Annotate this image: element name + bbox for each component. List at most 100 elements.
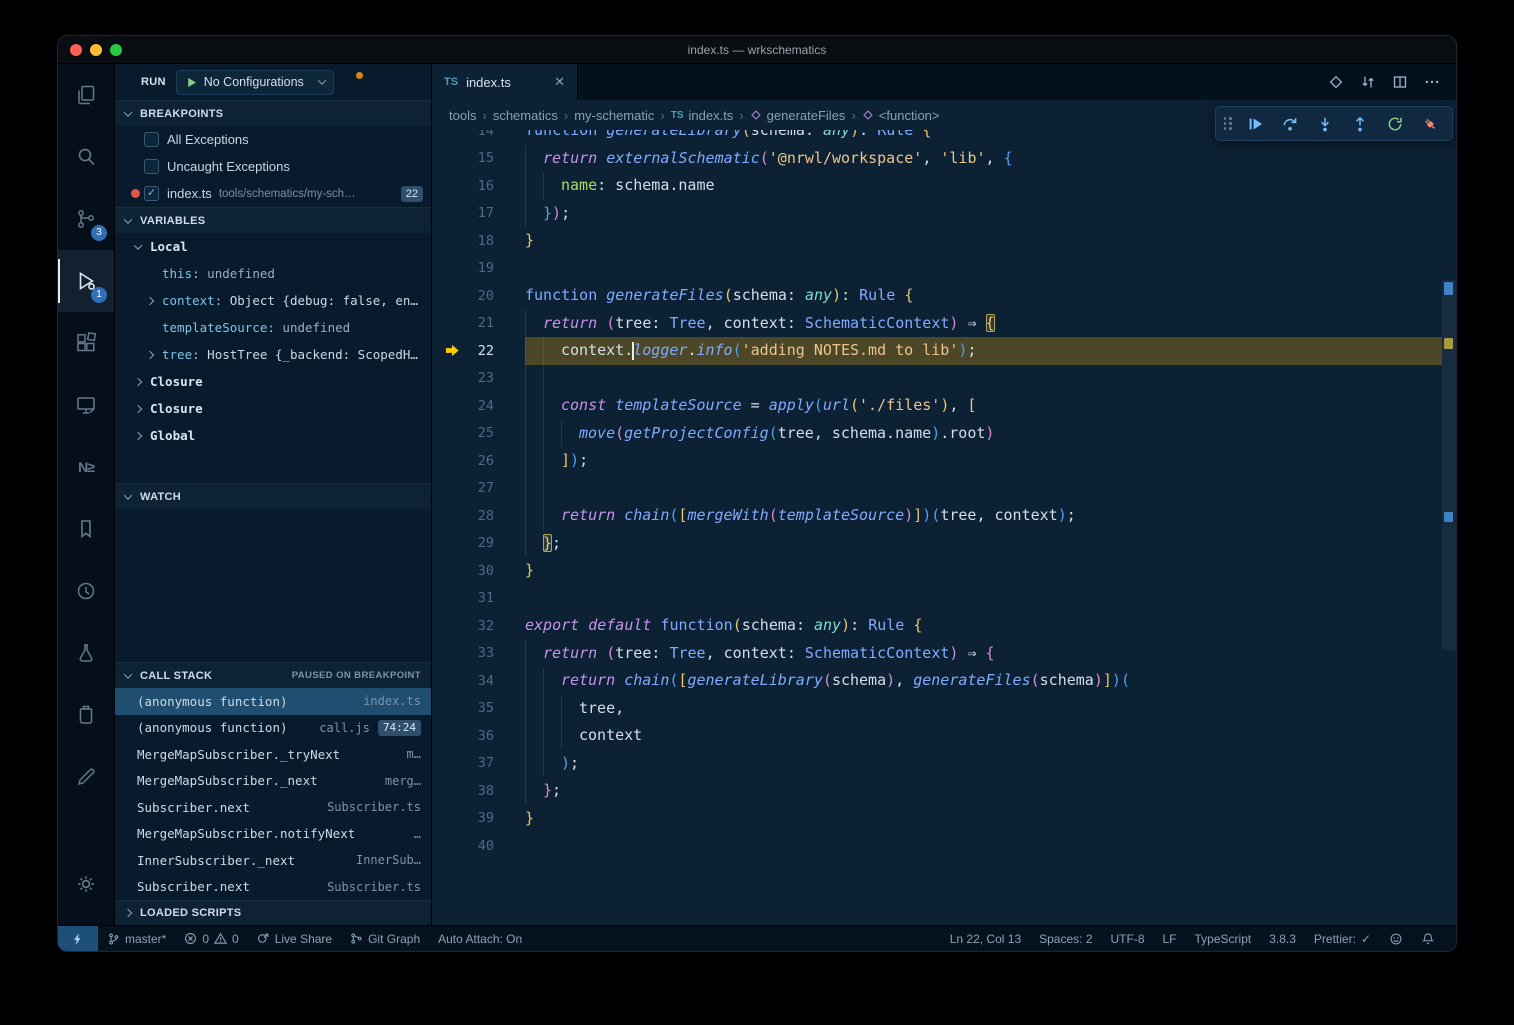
split-editor-icon[interactable] [1392,74,1408,90]
breadcrumb-item[interactable]: TS index.ts [671,108,734,123]
code-line[interactable]: 29 }; [432,530,1442,558]
code-line[interactable]: 38 }; [432,777,1442,805]
code-line[interactable]: 25 move(getProjectConfig(tree, schema.na… [432,420,1442,448]
status-auto-attach[interactable]: Auto Attach: On [438,932,522,946]
gutter-line-number[interactable]: 37 [432,750,525,778]
gutter-line-number[interactable]: 24 [432,392,525,420]
variable-row[interactable]: tree: HostTree {_backend: ScopedH… [115,341,431,368]
code-line[interactable]: 17 }); [432,200,1442,228]
code-line[interactable]: 39 } [432,805,1442,833]
status-problems[interactable]: 00 [184,932,238,946]
gutter-line-number[interactable]: 29 [432,530,525,558]
more-actions-icon[interactable] [1424,74,1440,90]
gutter-line-number[interactable]: 34 [432,667,525,695]
variable-row[interactable]: this: undefined [115,260,431,287]
debug-settings-button[interactable] [344,74,361,91]
tab-index-ts[interactable]: TS index.ts ✕ [432,64,578,100]
activity-run-and-debug[interactable]: 1 [58,250,114,312]
open-changes-icon[interactable] [1360,74,1376,90]
breadcrumb-item[interactable]: <function> [862,108,940,123]
close-tab-icon[interactable]: ✕ [554,74,565,90]
titlebar[interactable]: index.ts — wrkschematics [58,36,1456,64]
scope-row[interactable]: Closure [115,395,431,422]
code-line[interactable]: 22 context.logger.info('adding NOTES.md … [432,337,1442,365]
activity-notes[interactable] [58,746,114,808]
call-stack-header[interactable]: CALL STACK PAUSED ON BREAKPOINT [115,662,431,688]
minimize-window-button[interactable] [90,44,102,56]
status-notifications[interactable] [1421,932,1435,946]
gutter-line-number[interactable]: 32 [432,612,525,640]
code-line[interactable]: 40 [432,832,1442,860]
remote-indicator[interactable] [58,926,98,951]
gutter-line-number[interactable]: 31 [432,585,525,613]
stack-frame-row[interactable]: Subscriber.next Subscriber.ts [115,794,431,821]
code-line[interactable]: 20 function generateFiles(schema: any): … [432,282,1442,310]
status-cursor-position[interactable]: Ln 22, Col 13 [950,932,1021,946]
status-git-graph[interactable]: Git Graph [350,932,420,946]
variables-header[interactable]: VARIABLES [115,207,431,233]
activity-gitlens[interactable] [58,560,114,622]
gutter-line-number[interactable]: 28 [432,502,525,530]
stack-frame-row[interactable]: MergeMapSubscriber._tryNext m… [115,741,431,768]
breadcrumb-item[interactable]: schematics [493,108,558,123]
code-line[interactable]: 28 return chain([mergeWith(templateSourc… [432,502,1442,530]
close-window-button[interactable] [70,44,82,56]
variable-row[interactable]: context: Object {debug: false, en… [115,287,431,314]
gutter-line-number[interactable]: 36 [432,722,525,750]
gutter-line-number[interactable]: 19 [432,255,525,283]
status-live-share[interactable]: Live Share [257,932,332,946]
breakpoint-row[interactable]: ✓ index.ts tools/schematics/my-sch… 22 [115,180,431,207]
code-line[interactable]: 23 [432,365,1442,393]
breakpoint-row[interactable]: Uncaught Exceptions [115,153,431,180]
gutter-line-number[interactable]: 38 [432,777,525,805]
stack-frame-row[interactable]: InnerSubscriber._next InnerSub… [115,847,431,874]
code-line[interactable]: 31 [432,585,1442,613]
step-over-button[interactable] [1272,106,1307,141]
step-out-button[interactable] [1342,106,1377,141]
stack-frame-row[interactable]: MergeMapSubscriber.notifyNext … [115,821,431,848]
code-line[interactable]: 30 } [432,557,1442,585]
gutter-line-number[interactable]: 21 [432,310,525,338]
continue-button[interactable] [1237,106,1272,141]
gutter-line-number[interactable]: 39 [432,805,525,833]
code-line[interactable]: 36 context [432,722,1442,750]
code-line[interactable]: 16 name: schema.name [432,172,1442,200]
gutter-line-number[interactable]: 16 [432,172,525,200]
disconnect-button[interactable] [1412,106,1447,141]
breakpoints-header[interactable]: BREAKPOINTS [115,100,431,126]
gutter-line-number[interactable]: 15 [432,145,525,173]
code-line[interactable]: 35 tree, [432,695,1442,723]
status-ts-version[interactable]: 3.8.3 [1269,932,1296,946]
breakpoint-row[interactable]: All Exceptions [115,126,431,153]
activity-settings[interactable] [58,853,114,915]
watch-header[interactable]: WATCH [115,483,431,509]
drag-handle-icon[interactable] [1224,117,1233,130]
gutter-line-number[interactable]: 27 [432,475,525,503]
stack-frame-row[interactable]: Subscriber.next Subscriber.ts [115,874,431,901]
activity-explorer[interactable] [58,64,114,126]
status-prettier[interactable]: Prettier: ✓ [1314,932,1371,946]
overview-ruler[interactable] [1442,130,1456,925]
step-into-button[interactable] [1307,106,1342,141]
status-indentation[interactable]: Spaces: 2 [1039,932,1092,946]
code-line[interactable]: 26 ]); [432,447,1442,475]
checkbox[interactable] [144,159,159,174]
variable-row[interactable]: templateSource: undefined [115,314,431,341]
activity-testing[interactable] [58,622,114,684]
stack-frame-row[interactable]: (anonymous function) index.ts [115,688,431,715]
code-line[interactable]: 21 return (tree: Tree, context: Schemati… [432,310,1442,338]
code-line[interactable]: 33 return (tree: Tree, context: Schemati… [432,640,1442,668]
restart-button[interactable] [1377,106,1412,141]
gutter-line-number[interactable]: 40 [432,832,525,860]
gutter-line-number[interactable]: 17 [432,200,525,228]
scope-row[interactable]: Global [115,422,431,449]
code-line[interactable]: 37 ); [432,750,1442,778]
code-line[interactable]: 15 return externalSchematic('@nrwl/works… [432,145,1442,173]
code-line[interactable]: 34 return chain([generateLibrary(schema)… [432,667,1442,695]
stack-frame-row[interactable]: (anonymous function) call.js 74:24 [115,715,431,742]
gutter-line-number[interactable]: 30 [432,557,525,585]
debug-config-dropdown[interactable]: No Configurations [176,70,334,95]
gutter-line-number[interactable]: 22 [432,337,525,365]
gutter-line-number[interactable]: 35 [432,695,525,723]
code-line[interactable]: 32 export default function(schema: any):… [432,612,1442,640]
